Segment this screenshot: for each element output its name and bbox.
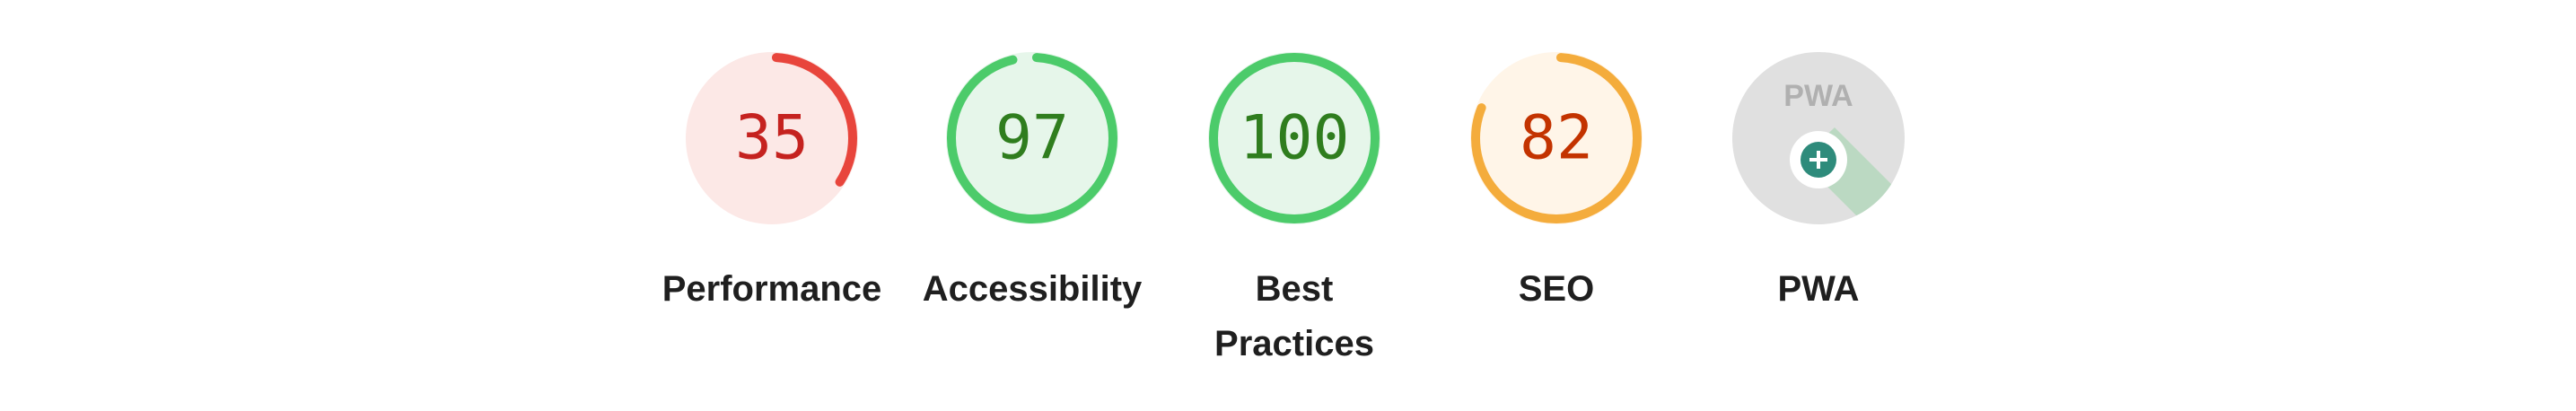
pwa-plus-icon	[1801, 142, 1836, 178]
pwa-badge-text: PWA	[1783, 79, 1853, 113]
gauge-pwa[interactable]: PWA PWA	[1711, 48, 1926, 317]
gauge-performance[interactable]: 35 Performance	[662, 48, 881, 317]
gauge-seo-label: SEO	[1518, 269, 1595, 309]
gauge-best-practices-score: 100	[1240, 103, 1350, 174]
gauge-accessibility-score: 97	[995, 103, 1069, 174]
gauge-seo-ring: 82	[1470, 52, 1643, 224]
pwa-badge: PWA	[1732, 52, 1905, 224]
gauge-performance-label: Performance	[662, 269, 882, 309]
gauge-pwa-label: PWA	[1777, 269, 1860, 309]
gauge-performance-score: 35	[735, 103, 809, 174]
gauge-best-practices-label: Best Practices	[1214, 269, 1374, 363]
category-gauges: 35 Performance 97 Accessibility 100 Best…	[0, 0, 2576, 411]
gauge-best-practices[interactable]: 100 Best Practices	[1187, 48, 1402, 372]
gauge-seo[interactable]: 82 SEO	[1449, 48, 1664, 317]
gauge-accessibility-label: Accessibility	[922, 269, 1143, 309]
gauge-best-practices-ring: 100	[1208, 52, 1380, 224]
gauge-performance-ring: 35	[686, 52, 858, 224]
gauge-seo-score: 82	[1520, 103, 1593, 174]
gauge-accessibility-ring: 97	[946, 52, 1118, 224]
gauge-accessibility[interactable]: 97 Accessibility	[923, 48, 1142, 317]
